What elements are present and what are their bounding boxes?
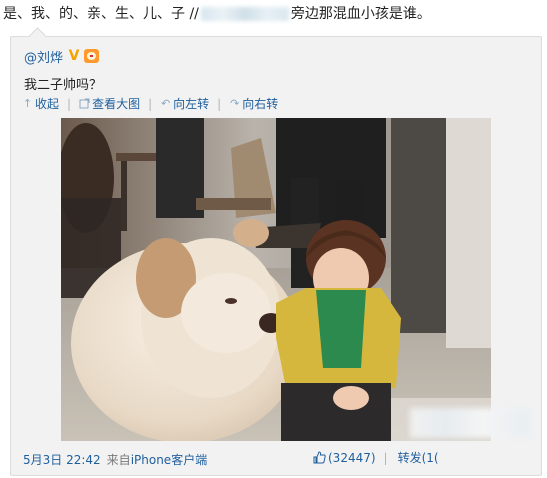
comment-text-end: 旁边那混血小孩是谁。	[290, 6, 431, 22]
post-meta-row: 5月3日 22:42 来自 iPhone客户端 (32447) | 转发(1(	[23, 449, 533, 469]
view-large-button[interactable]: 查看大图	[79, 95, 140, 112]
author-link[interactable]: @刘烨	[24, 47, 63, 66]
rotate-right-label: 向右转	[242, 97, 279, 111]
collapse-arrow-icon: ↑	[22, 97, 33, 110]
source-prefix: 来自	[106, 452, 131, 467]
rotate-right-icon: ↷	[230, 97, 240, 110]
obscured-username	[200, 7, 289, 21]
rotate-left-button[interactable]: ↶ 向左转	[160, 95, 209, 112]
toolbar-divider: |	[67, 96, 72, 111]
rotate-right-button[interactable]: ↷ 向右转	[229, 95, 278, 112]
view-large-label: 查看大图	[92, 97, 141, 111]
timestamp-link[interactable]: 5月3日 22:42	[23, 451, 101, 468]
post-photo[interactable]	[61, 118, 491, 441]
actions-divider: |	[383, 450, 388, 465]
card-notch	[28, 27, 47, 46]
obscured-region	[410, 408, 530, 438]
toolbar-divider: |	[217, 96, 222, 111]
image-toolbar: ↑ 收起 | 查看大图 | ↶ 向左转 | ↷ 向右转	[22, 95, 278, 112]
thumbs-up-icon	[313, 451, 326, 464]
post-content: 我二子帅吗？	[24, 78, 103, 93]
club-badge-icon[interactable]	[84, 49, 100, 63]
source-link[interactable]: iPhone客户端	[131, 451, 208, 468]
author-row: @刘烨 V	[24, 47, 100, 66]
comment-text-start: 是、我、的、亲、生、儿、子 //	[3, 6, 199, 22]
rotate-left-label: 向左转	[173, 97, 210, 111]
like-count: (32447)	[328, 450, 376, 465]
forwarded-comment-text: 是、我、的、亲、生、儿、子 // 旁边那混血小孩是谁。	[3, 3, 543, 25]
like-button[interactable]: (32447)	[313, 451, 376, 465]
toolbar-divider: |	[148, 96, 153, 111]
rotate-left-icon: ↶	[161, 97, 171, 110]
collapse-button[interactable]: ↑ 收起	[22, 95, 59, 112]
collapse-label: 收起	[35, 97, 60, 111]
post-actions: (32447) | 转发(1(	[313, 449, 439, 466]
repost-button[interactable]: 转发(1(	[398, 449, 439, 466]
view-large-icon	[79, 98, 90, 109]
photo-illustration	[61, 118, 491, 441]
vip-badge-icon[interactable]: V	[67, 49, 81, 63]
